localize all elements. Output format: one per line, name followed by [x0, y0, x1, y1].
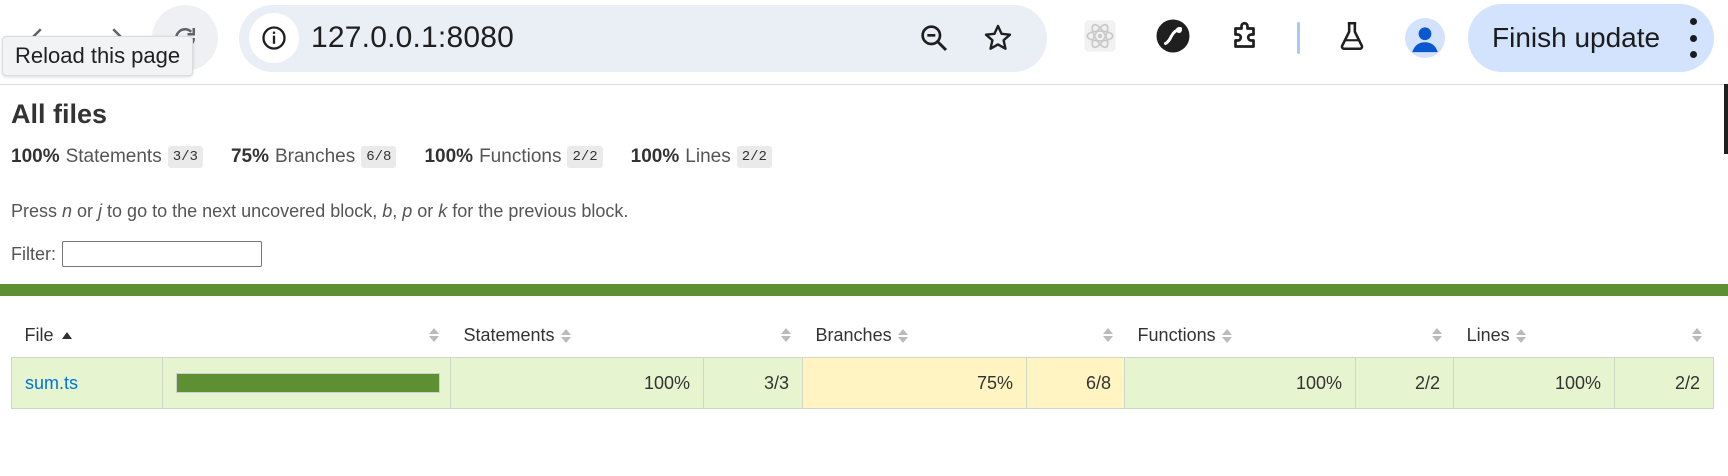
header-statements[interactable]: Statements: [451, 313, 803, 358]
reload-tooltip: Reload this page: [2, 36, 194, 76]
header-label: Functions: [1137, 324, 1216, 345]
summary-pct: 100%: [630, 146, 680, 167]
sort-icon: [1691, 328, 1702, 342]
statements-fraction: 3/3: [703, 357, 804, 409]
zoom-button[interactable]: [917, 21, 951, 55]
hint-text: or: [412, 201, 439, 221]
hint-key: n: [62, 201, 73, 221]
sort-icon: [780, 328, 791, 342]
profile-button[interactable]: [1405, 18, 1445, 58]
sort-icon: [1221, 328, 1232, 343]
summary-pct: 75%: [230, 146, 269, 167]
summary-label: Statements: [65, 146, 162, 167]
summary-label: Functions: [479, 146, 562, 167]
hint-text: for the previous block.: [447, 201, 629, 221]
zoom-out-icon: [921, 25, 948, 52]
coverage-bar-cell: [161, 357, 452, 409]
sort-icon: [1515, 328, 1526, 343]
functions-fraction: 2/2: [1355, 357, 1455, 409]
table-header-row: File Statements Branches Functions Lines: [12, 313, 1714, 358]
page-title: All files: [11, 99, 108, 129]
file-link[interactable]: sum.ts: [25, 373, 78, 393]
puzzle-icon: [1234, 21, 1255, 48]
table-row: sum.ts 100% 3/3 75% 6/8 100% 2/2 100% 2/…: [11, 357, 1715, 409]
summary-branches: 75% Branches 6/8: [231, 146, 397, 168]
coverage-bar: [176, 373, 440, 393]
site-info-button[interactable]: [249, 13, 299, 63]
toolbar-divider: [1297, 22, 1300, 54]
bookmark-button[interactable]: [981, 21, 1015, 55]
filter-row: Filter:: [11, 241, 262, 267]
hint-key: p: [402, 201, 413, 221]
finish-update-label: Finish update: [1492, 22, 1661, 53]
hint-text: to go to the next uncovered block,: [102, 201, 383, 221]
filter-label: Filter:: [11, 243, 56, 264]
extension-button[interactable]: [1153, 16, 1193, 56]
branches-pct: 75%: [802, 357, 1028, 409]
header-label: File: [24, 324, 54, 345]
star-icon: [984, 24, 1012, 50]
hint-key: b: [382, 201, 393, 221]
profile-icon: [1412, 27, 1438, 53]
header-label: Statements: [463, 324, 555, 345]
sort-icon: [897, 328, 908, 343]
sort-ascending-icon: [61, 332, 72, 340]
hint-text: ,: [392, 201, 403, 221]
address-bar[interactable]: 127.0.0.1:8080: [239, 5, 1047, 72]
sort-icon: [1431, 328, 1442, 342]
branches-fraction: 6/8: [1026, 357, 1126, 409]
extension-circle-icon: [1156, 19, 1190, 53]
sort-icon: [428, 328, 439, 342]
file-cell: sum.ts: [11, 357, 163, 409]
hint-text: Press: [11, 201, 63, 221]
coverage-summary: 100% Statements 3/3 75% Branches 6/8 100…: [11, 146, 800, 168]
kebab-menu-icon[interactable]: [1686, 18, 1700, 58]
summary-fraction: 6/8: [361, 146, 397, 168]
header-label: Lines: [1466, 324, 1510, 345]
summary-fraction: 3/3: [167, 146, 203, 168]
header-file[interactable]: File: [12, 313, 451, 358]
summary-lines: 100% Lines 2/2: [631, 146, 772, 168]
statements-pct: 100%: [450, 357, 705, 409]
header-label: Branches: [815, 324, 892, 345]
react-devtools-icon: [1084, 20, 1116, 52]
scrollbar[interactable]: [1724, 84, 1728, 154]
lines-pct: 100%: [1453, 357, 1616, 409]
hint-text: or: [72, 201, 99, 221]
browser-toolbar: 127.0.0.1:8080 Finish update Reload this…: [0, 0, 1728, 85]
keyboard-hint: Press n or j to go to the next uncovered…: [11, 201, 628, 222]
coverage-table: File Statements Branches Functions Lines…: [11, 313, 1715, 409]
summary-functions: 100% Functions 2/2: [424, 146, 603, 168]
url-text[interactable]: 127.0.0.1:8080: [311, 21, 514, 55]
summary-label: Branches: [274, 146, 356, 167]
flask-icon: [1340, 21, 1364, 51]
functions-pct: 100%: [1124, 357, 1357, 409]
summary-fraction: 2/2: [736, 146, 772, 168]
info-icon: [262, 26, 286, 50]
summary-statements: 100% Statements 3/3: [11, 146, 203, 168]
sort-icon: [1102, 328, 1113, 342]
react-devtools-extension[interactable]: [1080, 16, 1120, 56]
header-branches[interactable]: Branches: [803, 313, 1125, 358]
header-lines[interactable]: Lines: [1454, 313, 1714, 358]
coverage-status-bar: [0, 284, 1728, 296]
summary-pct: 100%: [11, 146, 60, 167]
sort-icon: [560, 328, 571, 343]
summary-label: Lines: [685, 146, 731, 167]
filter-input[interactable]: [62, 241, 262, 267]
labs-button[interactable]: [1332, 16, 1372, 56]
finish-update-button[interactable]: Finish update: [1468, 4, 1714, 72]
summary-pct: 100%: [424, 146, 474, 167]
header-functions[interactable]: Functions: [1125, 313, 1454, 358]
coverage-bar-fill: [177, 374, 439, 392]
summary-fraction: 2/2: [567, 146, 603, 168]
hint-key: k: [438, 201, 448, 221]
extensions-menu-button[interactable]: [1226, 16, 1266, 56]
lines-fraction: 2/2: [1614, 357, 1715, 409]
